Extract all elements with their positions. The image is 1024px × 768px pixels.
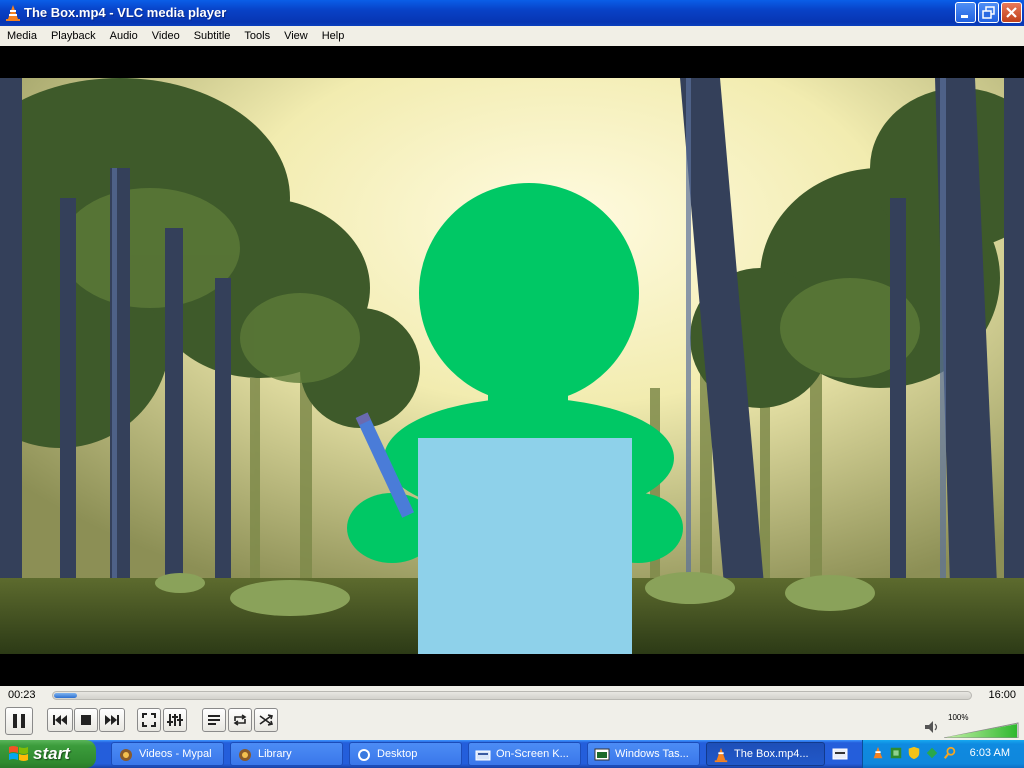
stop-button[interactable]	[74, 708, 98, 732]
taskbar-item-desktop[interactable]: Desktop	[349, 742, 462, 766]
start-label: start	[33, 744, 70, 763]
menu-media[interactable]: Media	[0, 27, 44, 42]
maximize-icon	[982, 6, 995, 19]
menu-playback[interactable]: Playback	[44, 27, 103, 42]
maximize-button[interactable]	[978, 2, 999, 23]
shuffle-icon	[259, 714, 274, 726]
vlc-cone-icon	[714, 747, 728, 763]
shuffle-button[interactable]	[254, 708, 278, 732]
taskbar-item-label: Videos - Mypal	[139, 748, 212, 760]
equalizer-icon	[167, 714, 183, 726]
player-controls: 00:23 16:00 100%	[0, 686, 1024, 740]
windows-logo-icon	[9, 746, 28, 761]
taskbar-item-task-manager[interactable]: Windows Tas...	[587, 742, 700, 766]
extended-settings-button[interactable]	[163, 708, 187, 732]
start-button[interactable]: start	[0, 740, 96, 768]
keyboard-icon	[475, 750, 491, 761]
task-manager-icon	[594, 748, 610, 761]
mypal-icon	[120, 749, 132, 761]
pause-icon	[13, 714, 25, 728]
stop-icon	[81, 715, 91, 725]
pause-button[interactable]	[5, 707, 33, 735]
previous-button[interactable]	[47, 708, 73, 732]
video-area[interactable]	[0, 46, 1024, 686]
loop-icon	[233, 714, 247, 726]
playlist-button[interactable]	[202, 708, 226, 732]
menu-video[interactable]: Video	[145, 27, 187, 42]
taskbar-item-on-screen-keyboard[interactable]: On-Screen K...	[468, 742, 581, 766]
security-shield-icon[interactable]	[907, 746, 921, 760]
taskbar-item-library[interactable]: Library	[230, 742, 343, 766]
close-icon	[1006, 7, 1017, 18]
menu-audio[interactable]: Audio	[103, 27, 145, 42]
volume-percentage: 100%	[948, 713, 969, 722]
menu-subtitle[interactable]: Subtitle	[187, 27, 238, 42]
system-tray: 6:03 AM	[862, 740, 1024, 768]
network-icon[interactable]	[889, 746, 903, 760]
taskbar: start Videos - Mypal Library Desktop On-…	[0, 740, 1024, 768]
previous-icon	[53, 715, 67, 725]
menu-view[interactable]: View	[277, 27, 315, 42]
keyboard-tray-icon[interactable]	[832, 747, 848, 761]
close-button[interactable]	[1001, 2, 1022, 23]
fullscreen-icon	[142, 713, 156, 727]
desktop-icon	[358, 749, 370, 761]
clock: 6:03 AM	[969, 747, 1010, 759]
menu-help[interactable]: Help	[315, 27, 352, 42]
speaker-icon[interactable]	[924, 720, 940, 734]
minimize-icon	[961, 15, 968, 18]
fullscreen-button[interactable]	[137, 708, 161, 732]
loop-button[interactable]	[228, 708, 252, 732]
taskbar-item-videos-mypal[interactable]: Videos - Mypal	[111, 742, 224, 766]
window-title: The Box.mp4 - VLC media player	[24, 5, 227, 20]
total-time: 16:00	[988, 689, 1016, 701]
seek-bar[interactable]	[52, 691, 972, 700]
taskbar-item-label: On-Screen K...	[496, 748, 569, 760]
menu-tools[interactable]: Tools	[237, 27, 277, 42]
next-button[interactable]	[99, 708, 125, 732]
library-icon	[239, 749, 251, 761]
menu-bar: Media Playback Audio Video Subtitle Tools View…	[0, 26, 1024, 47]
taskbar-item-label: Desktop	[377, 748, 418, 760]
current-time: 00:23	[8, 689, 36, 701]
seek-progress	[54, 693, 77, 698]
minimize-button[interactable]	[955, 2, 976, 23]
search-icon[interactable]	[943, 746, 957, 760]
title-bar: The Box.mp4 - VLC media player	[0, 0, 1024, 26]
next-icon	[105, 715, 119, 725]
update-icon[interactable]	[925, 746, 939, 760]
vlc-tray-icon[interactable]	[871, 746, 885, 760]
taskbar-item-label: Windows Tas...	[615, 748, 689, 760]
taskbar-item-vlc[interactable]: The Box.mp4...	[706, 742, 825, 766]
vlc-cone-icon	[6, 5, 20, 21]
video-frame	[0, 78, 1024, 654]
volume-slider[interactable]	[944, 722, 1020, 738]
taskbar-item-label: The Box.mp4...	[734, 748, 809, 760]
playlist-icon	[208, 715, 220, 725]
taskbar-item-label: Library	[258, 748, 292, 760]
